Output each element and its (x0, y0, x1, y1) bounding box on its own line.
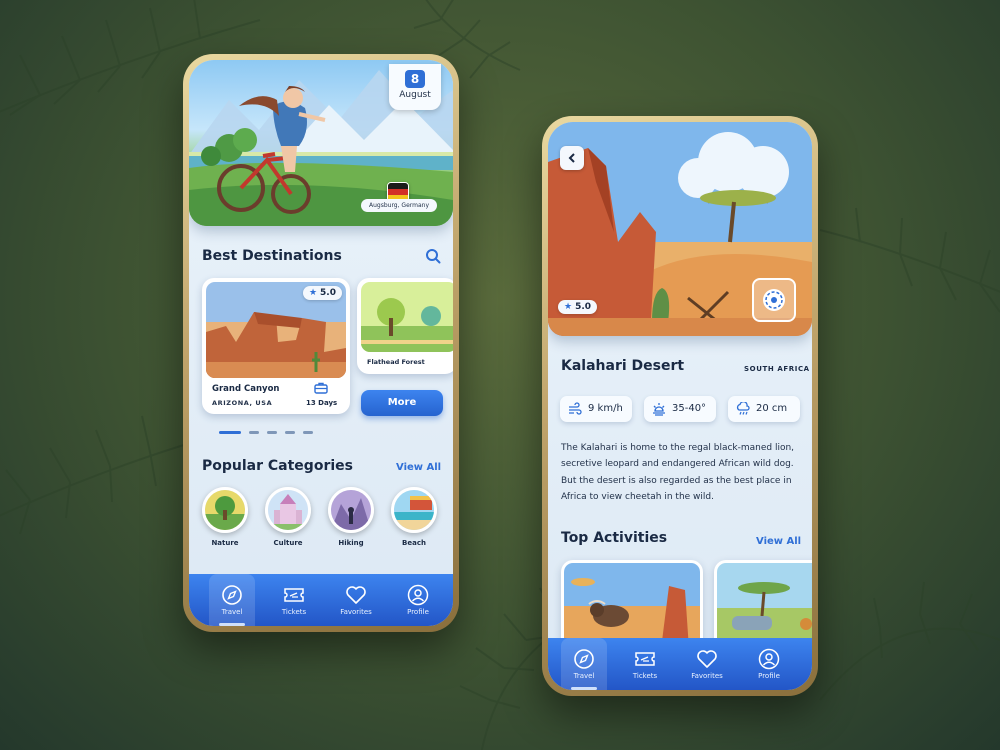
back-button[interactable] (560, 146, 584, 170)
location-label: Augsburg, Germany (361, 199, 437, 212)
nav-travel[interactable]: Travel (209, 574, 255, 626)
compass-icon (574, 649, 594, 669)
palm-leaf-background (0, 0, 1000, 750)
category-hiking[interactable]: Hiking (323, 487, 379, 547)
card-duration: 13 Days (306, 399, 338, 407)
destination-card-grand-canyon[interactable]: ★ 5.0 Grand Canyon ARIZONA, USA 13 Days (202, 278, 350, 414)
rain-stat: 20 cm (728, 396, 800, 422)
card-title: Flathead Forest (367, 358, 425, 366)
heart-icon (346, 586, 366, 604)
nav-profile[interactable]: Profile (746, 638, 792, 690)
view-all-categories-link[interactable]: View All (396, 462, 441, 473)
view-all-activities-link[interactable]: View All (756, 536, 801, 547)
more-button[interactable]: More (361, 390, 443, 416)
place-description: The Kalahari is home to the regal black-… (561, 443, 795, 502)
detail-screen: ★ 5.0 Kalahari Desert SOUTH AFRICA 9 km/h… (548, 122, 812, 690)
best-destinations-title: Best Destinations (202, 248, 342, 264)
ar-view-button[interactable] (752, 278, 796, 322)
nature-thumbnail (202, 487, 248, 533)
wind-icon (569, 402, 582, 415)
star-icon: ★ (308, 288, 318, 298)
activity-card[interactable] (714, 560, 812, 650)
user-icon (407, 584, 429, 606)
heart-icon (697, 650, 717, 668)
beach-thumbnail (391, 487, 437, 533)
hiking-thumbnail (328, 487, 374, 533)
buffalo-safari-image (564, 563, 700, 649)
rating-badge: ★ 5.0 (302, 286, 342, 300)
star-icon: ★ (564, 302, 573, 312)
phone-mockup-left: 8 August Augsburg, Germany Best Destinat… (183, 54, 459, 632)
card-title: Grand Canyon (212, 384, 280, 394)
place-country: SOUTH AFRICA (744, 365, 810, 373)
compass-icon (222, 585, 242, 605)
card-location: ARIZONA, USA (212, 399, 273, 407)
category-culture[interactable]: Culture (260, 487, 316, 547)
phone-mockup-right: ★ 5.0 Kalahari Desert SOUTH AFRICA 9 km/h… (542, 116, 818, 696)
temperature-stat: 35-40° (644, 396, 716, 422)
popular-categories-title: Popular Categories (202, 458, 353, 474)
ticket-icon (284, 588, 304, 602)
wind-stat: 9 km/h (560, 396, 632, 422)
rating-badge: ★ 5.0 (558, 300, 598, 314)
target-icon (763, 289, 785, 311)
savanna-image (717, 563, 812, 649)
bottom-nav: Travel Tickets Favorites Profile (548, 638, 812, 690)
bottom-nav: Travel Tickets Favorites Profile (189, 574, 453, 626)
hero-banner: ★ 5.0 (548, 122, 812, 336)
culture-thumbnail (265, 487, 311, 533)
carousel-dot[interactable] (285, 431, 295, 434)
nav-profile[interactable]: Profile (395, 574, 441, 626)
nav-favorites[interactable]: Favorites (333, 574, 379, 626)
nav-travel[interactable]: Travel (561, 638, 607, 690)
date-badge[interactable]: 8 August (389, 64, 441, 110)
destination-card-flathead-forest[interactable]: Flathead Forest (357, 278, 453, 374)
home-screen: 8 August Augsburg, Germany Best Destinat… (189, 60, 453, 626)
place-title: Kalahari Desert (561, 358, 685, 374)
nav-favorites[interactable]: Favorites (684, 638, 730, 690)
top-activities-title: Top Activities (561, 530, 668, 546)
nav-tickets[interactable]: Tickets (622, 638, 668, 690)
nav-tickets[interactable]: Tickets (271, 574, 317, 626)
category-beach[interactable]: Beach (386, 487, 442, 547)
activity-card[interactable] (561, 560, 703, 650)
location-pill[interactable]: Augsburg, Germany (361, 182, 437, 212)
date-month: August (399, 90, 431, 100)
ticket-icon (635, 652, 655, 666)
flathead-forest-image (361, 282, 453, 352)
carousel-dot[interactable] (267, 431, 277, 434)
search-icon[interactable] (425, 248, 441, 264)
date-day: 8 (405, 70, 425, 88)
chevron-left-icon (568, 153, 575, 163)
suitcase-icon (314, 382, 328, 394)
carousel-dot[interactable] (219, 431, 241, 434)
carousel-dots[interactable] (219, 431, 321, 435)
rain-cloud-icon (736, 402, 750, 415)
grand-canyon-image: ★ 5.0 (206, 282, 346, 378)
carousel-dot[interactable] (249, 431, 259, 434)
hero-banner: 8 August Augsburg, Germany (189, 60, 453, 226)
user-icon (758, 648, 780, 670)
category-nature[interactable]: Nature (197, 487, 253, 547)
sun-icon (653, 403, 665, 416)
carousel-dot[interactable] (303, 431, 313, 434)
